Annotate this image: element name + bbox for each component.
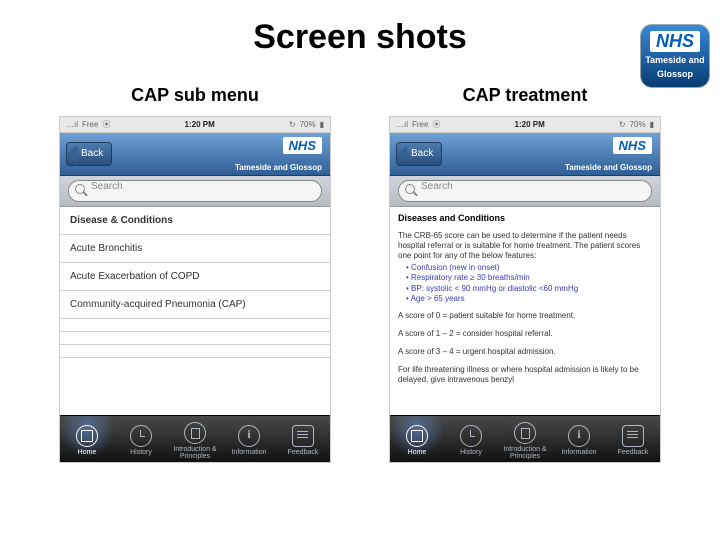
tab-home[interactable]: Home — [390, 416, 444, 462]
detail-bullet: Confusion (new in onset) — [390, 263, 660, 273]
search-icon — [75, 184, 85, 194]
search-placeholder: Search — [421, 181, 453, 192]
nav-brand: NHS — [283, 137, 322, 154]
refresh-icon: ↻ — [619, 120, 626, 129]
tab-home[interactable]: Home — [60, 416, 114, 462]
clock: 1:20 PM — [515, 120, 545, 129]
list-item[interactable]: Acute Bronchitis — [60, 235, 330, 263]
nav-bar: Back NHS Tameside and Glossop — [390, 133, 660, 176]
nhs-sub2: Glossop — [641, 70, 709, 80]
status-bar: …ıl Free ⦿ 1:20 PM ↻ 70% ▮ — [390, 117, 660, 133]
tab-feedback[interactable]: Feedback — [276, 416, 330, 462]
feedback-icon — [622, 425, 644, 447]
tab-intro[interactable]: Introduction & Principles — [498, 416, 552, 462]
right-phone-screenshot: …ıl Free ⦿ 1:20 PM ↻ 70% ▮ Back NHS Tame… — [389, 116, 661, 463]
refresh-icon: ↻ — [289, 120, 296, 129]
nav-bar: Back NHS Tameside and Glossop — [60, 133, 330, 176]
nav-subtitle: Tameside and Glossop — [565, 163, 652, 172]
detail-header: Diseases and Conditions — [390, 207, 660, 225]
detail-bullet: Age > 65 years — [390, 294, 660, 304]
nav-subtitle: Tameside and Glossop — [235, 163, 322, 172]
tab-information[interactable]: Information — [222, 416, 276, 462]
detail-paragraph: For life threatening illness or where ho… — [390, 359, 660, 387]
back-button[interactable]: Back — [66, 142, 112, 166]
detail-paragraph: The CRB-65 score can be used to determin… — [390, 225, 660, 263]
detail-bullet: Respiratory rate ≥ 30 breaths/min — [390, 273, 660, 283]
history-icon — [130, 425, 152, 447]
nhs-sub1: Tameside and — [641, 56, 709, 66]
info-icon — [568, 425, 590, 447]
left-column: CAP sub menu …ıl Free ⦿ 1:20 PM ↻ 70% ▮ … — [45, 85, 345, 463]
nhs-corner-logo: NHS Tameside and Glossop — [640, 24, 710, 88]
list-item-empty — [60, 345, 330, 358]
info-icon — [238, 425, 260, 447]
search-input[interactable]: Search — [68, 180, 322, 202]
tab-history[interactable]: History — [444, 416, 498, 462]
nav-brand: NHS — [613, 137, 652, 154]
carrier-label: Free — [82, 120, 98, 129]
left-caption: CAP sub menu — [45, 85, 345, 106]
detail-bullet: BP: systolic < 90 mmHg or diastolic <60 … — [390, 284, 660, 294]
home-icon — [76, 425, 98, 447]
intro-icon — [514, 422, 536, 444]
carrier-label: Free — [412, 120, 428, 129]
list-item[interactable]: Community-acquired Pneumonia (CAP) — [60, 291, 330, 319]
intro-icon — [184, 422, 206, 444]
wifi-icon: ⦿ — [102, 119, 110, 130]
search-input[interactable]: Search — [398, 180, 652, 202]
score-line: A score of 1 – 2 = consider hospital ref… — [390, 323, 660, 341]
search-icon — [405, 184, 415, 194]
detail-view: Diseases and Conditions The CRB-65 score… — [390, 207, 660, 387]
left-phone-screenshot: …ıl Free ⦿ 1:20 PM ↻ 70% ▮ Back NHS Tame… — [59, 116, 331, 463]
slide-title: Screen shots — [0, 18, 720, 57]
tab-history[interactable]: History — [114, 416, 168, 462]
tab-bar: Home History Introduction & Principles I… — [60, 415, 330, 462]
search-bar: Search — [60, 176, 330, 207]
back-button[interactable]: Back — [396, 142, 442, 166]
list-item-empty — [60, 332, 330, 345]
list-item[interactable]: Acute Exacerbation of COPD — [60, 263, 330, 291]
wifi-icon: ⦿ — [432, 119, 440, 130]
tab-bar: Home History Introduction & Principles I… — [390, 415, 660, 462]
section-header: Disease & Conditions — [60, 207, 330, 235]
home-icon — [406, 425, 428, 447]
score-line: A score of 3 – 4 = urgent hospital admis… — [390, 341, 660, 359]
tab-intro[interactable]: Introduction & Principles — [168, 416, 222, 462]
tab-information[interactable]: Information — [552, 416, 606, 462]
right-column: CAP treatment …ıl Free ⦿ 1:20 PM ↻ 70% ▮… — [375, 85, 675, 463]
feedback-icon — [292, 425, 314, 447]
battery-icon: ▮ — [320, 120, 324, 129]
nhs-text: NHS — [650, 31, 700, 52]
status-bar: …ıl Free ⦿ 1:20 PM ↻ 70% ▮ — [60, 117, 330, 133]
signal-icon: …ıl — [66, 120, 78, 129]
clock: 1:20 PM — [185, 120, 215, 129]
search-bar: Search — [390, 176, 660, 207]
signal-icon: …ıl — [396, 120, 408, 129]
score-line: A score of 0 = patient suitable for home… — [390, 305, 660, 323]
battery-pct: 70% — [630, 120, 646, 129]
history-icon — [460, 425, 482, 447]
search-placeholder: Search — [91, 181, 123, 192]
list-item-empty — [60, 319, 330, 332]
battery-pct: 70% — [300, 120, 316, 129]
menu-list: Disease & Conditions Acute Bronchitis Ac… — [60, 207, 330, 358]
right-caption: CAP treatment — [375, 85, 675, 106]
battery-icon: ▮ — [650, 120, 654, 129]
tab-feedback[interactable]: Feedback — [606, 416, 660, 462]
